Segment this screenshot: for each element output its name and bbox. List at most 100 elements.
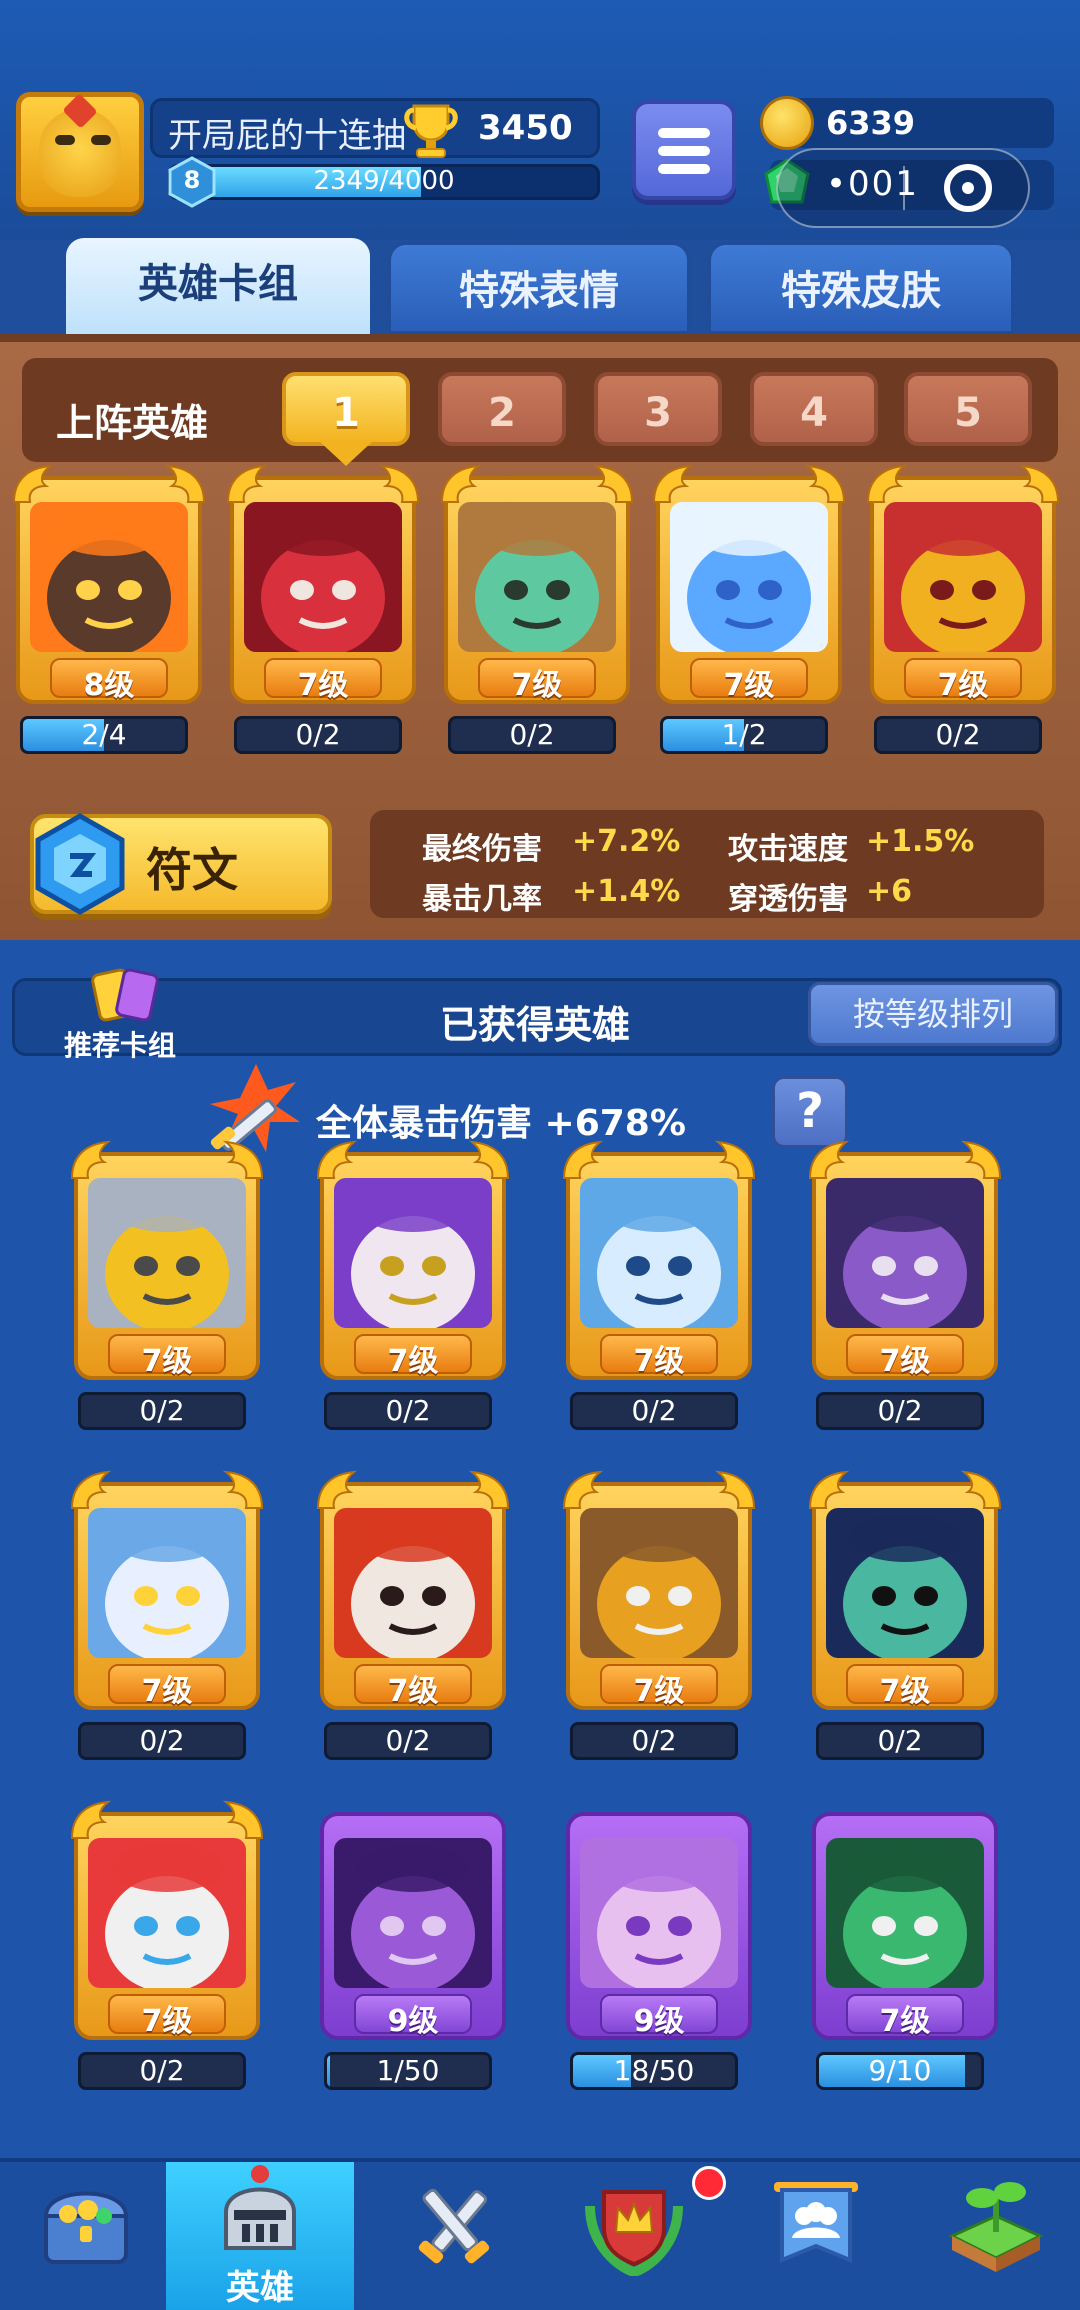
hero-portrait-spartan	[884, 502, 1042, 652]
hero-level: 9级	[633, 2004, 685, 2039]
hero-portrait-yeti	[580, 1178, 738, 1328]
deck-hero-progress-text: 0/2	[935, 718, 981, 751]
gold-wing-icon	[378, 464, 420, 503]
owned-hero-card[interactable]: 7级	[70, 1800, 264, 2040]
deck-hero-progress-text: 1/2	[721, 718, 767, 751]
owned-hero-card[interactable]: 7级	[562, 1470, 756, 1710]
hero-portrait-hooded	[334, 1508, 492, 1658]
gem-amount[interactable]: •001	[826, 164, 919, 204]
gold-wing-icon	[1018, 464, 1060, 503]
sort-by-level-button[interactable]: 按等级排列	[808, 982, 1058, 1046]
guild-banner-icon	[774, 2182, 858, 2263]
hero-level: 9级	[387, 2004, 439, 2039]
rune-gem-icon	[35, 813, 125, 915]
hero-level: 7级	[297, 668, 349, 703]
stat-final-damage-label: 最终伤害	[422, 832, 542, 867]
nav-battle[interactable]	[364, 2162, 544, 2310]
owned-hero-card[interactable]: 7级	[562, 1140, 756, 1380]
owned-hero-progress-text: 9/10	[868, 2054, 932, 2087]
hero-level: 7级	[723, 668, 775, 703]
notification-dot	[692, 2166, 726, 2200]
hero-level: 7级	[387, 1344, 439, 1379]
recommended-deck-label[interactable]: 推荐卡组	[64, 1024, 176, 1064]
gold-wing-icon	[714, 1470, 756, 1509]
trophy-count: 3450	[478, 108, 573, 148]
deck-slot-2[interactable]: 2	[438, 372, 566, 446]
deck-slot-1[interactable]: 1	[282, 372, 410, 446]
owned-hero-progress-text: 1/50	[376, 2054, 440, 2087]
gold-wing-icon	[70, 1800, 112, 1839]
hero-portrait	[458, 502, 616, 652]
nav-heroes[interactable]: 英雄	[166, 2162, 354, 2310]
hero-portrait	[580, 1508, 738, 1658]
gold-wing-icon	[652, 464, 694, 503]
player-level: 8	[183, 166, 201, 194]
deck-hero-card[interactable]: 7级	[652, 464, 846, 704]
deck-hero-card[interactable]: 7级	[866, 464, 1060, 704]
gold-wing-icon	[70, 1140, 112, 1179]
hero-portrait	[30, 502, 188, 652]
owned-hero-card[interactable]: 7级	[70, 1470, 264, 1710]
nav-ranking[interactable]	[544, 2162, 726, 2310]
hero-portrait	[826, 1838, 984, 1988]
deck-hero-progress-text: 0/2	[509, 718, 555, 751]
owned-hero-card[interactable]: 7级	[70, 1140, 264, 1380]
owned-hero-progress-text: 0/2	[877, 1394, 923, 1427]
gold-wing-icon	[12, 464, 54, 503]
gold-wing-icon	[562, 1140, 604, 1179]
knight-helmet-icon	[224, 2165, 296, 2250]
owned-hero-card[interactable]: 7级	[812, 1812, 998, 2040]
deck-slot-5[interactable]: 5	[904, 372, 1032, 446]
rune-label: 符文	[146, 843, 238, 897]
deck-hero-card[interactable]: 8级	[12, 464, 206, 704]
hero-portrait-police	[826, 1508, 984, 1658]
hero-portrait	[244, 502, 402, 652]
tab-special-emotes[interactable]: 特殊表情	[388, 242, 690, 334]
treasure-chest-icon	[43, 2191, 129, 2264]
hero-level: 7级	[141, 2004, 193, 2039]
stat-pierce-damage-value: +6	[866, 874, 913, 909]
trophy-icon	[404, 104, 458, 158]
hero-portrait	[88, 1178, 246, 1328]
hero-portrait-mask	[826, 1838, 984, 1988]
deck-slot-4[interactable]: 4	[750, 372, 878, 446]
owned-hero-progress-text: 0/2	[139, 1724, 185, 1757]
owned-hero-card[interactable]: 7级	[808, 1470, 1002, 1710]
xp-text: 2349/4000	[313, 166, 455, 196]
close-target-icon[interactable]	[944, 164, 992, 212]
gold-wing-icon	[960, 1140, 1002, 1179]
tab-hero-deck[interactable]: 英雄卡组	[66, 238, 370, 334]
crossed-swords-icon	[418, 2188, 490, 2264]
owned-hero-card[interactable]: 7级	[316, 1140, 510, 1380]
owned-hero-card[interactable]: 7级	[808, 1140, 1002, 1380]
owned-hero-card[interactable]: 9级	[320, 1812, 506, 2040]
owned-hero-card[interactable]: 7级	[316, 1470, 510, 1710]
nav-garden[interactable]	[906, 2162, 1080, 2310]
deck-hero-card[interactable]: 7级	[440, 464, 634, 704]
tab-special-skins[interactable]: 特殊皮肤	[708, 242, 1014, 334]
menu-button[interactable]	[632, 100, 736, 200]
owned-hero-progress-text: 0/2	[877, 1724, 923, 1757]
deck-label: 上阵英雄	[56, 401, 209, 445]
gold-wing-icon	[70, 1470, 112, 1509]
owned-hero-progress-text: 0/2	[385, 1724, 431, 1757]
gold-wing-icon	[468, 1140, 510, 1179]
hero-portrait-frost	[670, 502, 828, 652]
nav-guild[interactable]	[726, 2162, 906, 2310]
owned-hero-progress-text: 0/2	[631, 1394, 677, 1427]
hero-portrait	[670, 502, 828, 652]
owned-hero-card[interactable]: 9级	[566, 1812, 752, 2040]
gold-wing-icon	[714, 1140, 756, 1179]
crown-shield-icon	[585, 2190, 683, 2276]
hero-level: 7级	[633, 1674, 685, 1709]
gold-wing-icon	[468, 1470, 510, 1509]
hero-portrait-cowboy	[458, 502, 616, 652]
gold-wing-icon	[562, 1470, 604, 1509]
nav-shop[interactable]	[0, 2162, 180, 2310]
hero-level: 7级	[879, 1674, 931, 1709]
player-avatar[interactable]	[16, 92, 144, 212]
deck-slot-3[interactable]: 3	[594, 372, 722, 446]
deck-hero-card[interactable]: 7级	[226, 464, 420, 704]
recommended-deck-icon[interactable]	[86, 966, 164, 1028]
sprout-island-icon	[948, 2182, 1044, 2272]
